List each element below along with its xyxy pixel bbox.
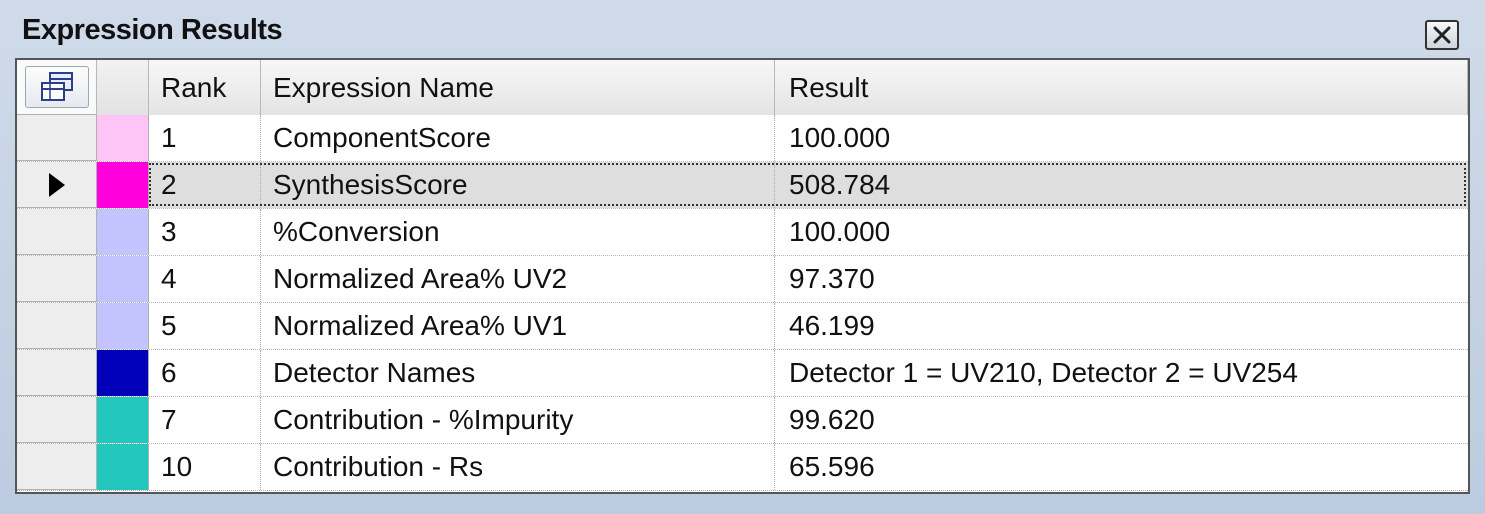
result-cell[interactable]: 65.596 [775, 444, 1468, 490]
row-header[interactable] [17, 115, 97, 161]
expression-name-cell[interactable]: Contribution - %Impurity [261, 397, 775, 443]
rank-cell[interactable]: 3 [149, 209, 261, 255]
row-color-swatch[interactable] [97, 209, 149, 255]
expression-name-cell[interactable]: SynthesisScore [261, 162, 775, 208]
row-header[interactable] [17, 397, 97, 443]
result-column-header[interactable]: Result [775, 60, 1468, 115]
rank-cell[interactable]: 2 [149, 162, 261, 208]
expression-name-cell[interactable]: %Conversion [261, 209, 775, 255]
row-color-swatch[interactable] [97, 115, 149, 161]
table-row[interactable]: 5 Normalized Area% UV1 46.199 [17, 303, 1468, 350]
rank-cell[interactable]: 7 [149, 397, 261, 443]
table-row[interactable]: 3 %Conversion 100.000 [17, 209, 1468, 256]
expression-results-window: Expression Results Rank Expression Name … [0, 0, 1485, 514]
row-color-swatch[interactable] [97, 162, 149, 208]
result-cell[interactable]: 99.620 [775, 397, 1468, 443]
rank-column-header[interactable]: Rank [149, 60, 261, 115]
select-all-button[interactable] [24, 66, 89, 108]
table-row[interactable]: 6 Detector Names Detector 1 = UV210, Detec… [17, 350, 1468, 397]
result-cell[interactable]: 100.000 [775, 115, 1468, 161]
select-all-cell[interactable] [17, 60, 97, 115]
close-button[interactable] [1425, 20, 1459, 50]
row-header[interactable] [17, 303, 97, 349]
table-row[interactable]: 7 Contribution - %Impurity 99.620 [17, 397, 1468, 444]
expression-name-cell[interactable]: Detector Names [261, 350, 775, 396]
rank-cell[interactable]: 6 [149, 350, 261, 396]
rank-cell[interactable]: 1 [149, 115, 261, 161]
expression-name-cell[interactable]: Normalized Area% UV2 [261, 256, 775, 302]
result-cell[interactable]: 46.199 [775, 303, 1468, 349]
table-row[interactable]: 1 ComponentScore 100.000 [17, 115, 1468, 162]
result-cell[interactable]: 100.000 [775, 209, 1468, 255]
table-row[interactable]: 4 Normalized Area% UV2 97.370 [17, 256, 1468, 303]
table-row[interactable]: 2 SynthesisScore 508.784 [17, 162, 1468, 209]
row-color-swatch[interactable] [97, 444, 149, 490]
table-row[interactable]: 10 Contribution - Rs 65.596 [17, 444, 1468, 491]
row-color-swatch[interactable] [97, 397, 149, 443]
rank-cell[interactable]: 4 [149, 256, 261, 302]
row-header[interactable] [17, 209, 97, 255]
rank-cell[interactable]: 5 [149, 303, 261, 349]
expression-name-cell[interactable]: Contribution - Rs [261, 444, 775, 490]
row-color-swatch[interactable] [97, 350, 149, 396]
color-column-header[interactable] [97, 60, 149, 115]
results-grid: Rank Expression Name Result 1 ComponentSc… [15, 58, 1470, 494]
result-cell[interactable]: 97.370 [775, 256, 1468, 302]
rank-cell[interactable]: 10 [149, 444, 261, 490]
select-all-icon [40, 72, 73, 101]
expression-name-cell[interactable]: Normalized Area% UV1 [261, 303, 775, 349]
window-title: Expression Results [22, 14, 283, 46]
row-color-swatch[interactable] [97, 256, 149, 302]
row-header[interactable] [17, 444, 97, 490]
title-bar: Expression Results [0, 0, 1485, 54]
result-cell[interactable]: Detector 1 = UV210, Detector 2 = UV254 [775, 350, 1468, 396]
grid-header: Rank Expression Name Result [17, 60, 1468, 116]
name-column-header[interactable]: Expression Name [261, 60, 775, 115]
row-header[interactable] [17, 256, 97, 302]
row-pointer-icon [48, 172, 65, 197]
expression-name-cell[interactable]: ComponentScore [261, 115, 775, 161]
close-icon [1433, 26, 1451, 44]
row-color-swatch[interactable] [97, 303, 149, 349]
result-cell[interactable]: 508.784 [775, 162, 1468, 208]
row-header[interactable] [17, 350, 97, 396]
row-header[interactable] [17, 162, 97, 208]
